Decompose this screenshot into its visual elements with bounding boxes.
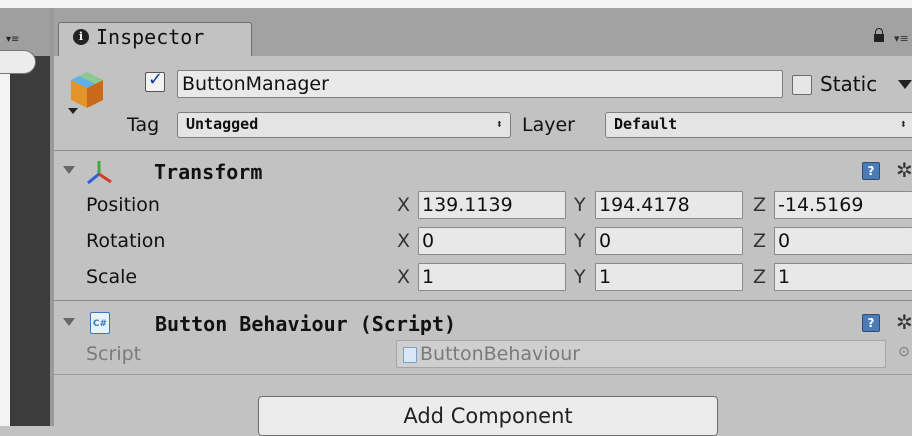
add-component-button[interactable]: Add Component	[258, 396, 718, 436]
position-x-field[interactable]: 139.1139	[418, 191, 566, 219]
script-label: Script	[86, 343, 142, 365]
rotation-x-field[interactable]: 0	[418, 227, 566, 255]
axis-x-label[interactable]: X	[397, 266, 410, 288]
lock-icon[interactable]	[874, 28, 884, 42]
checkmark-icon: ✓	[148, 69, 164, 90]
layer-label: Layer	[522, 114, 575, 136]
position-y-field[interactable]: 194.4178	[595, 191, 743, 219]
dropdown-arrow-icon: ⬍	[495, 117, 503, 131]
left-panel-strip	[0, 56, 10, 426]
object-picker-icon[interactable]: ⊙	[898, 344, 910, 360]
tag-dropdown[interactable]: Untagged ⬍	[177, 112, 511, 138]
scale-z-field[interactable]: 1	[774, 263, 912, 291]
script-file-icon	[403, 347, 417, 363]
csharp-script-icon: C#	[90, 312, 110, 334]
scale-y-field[interactable]: 1	[595, 263, 743, 291]
axis-z-label[interactable]: Z	[753, 230, 766, 252]
transform-axes-icon	[87, 161, 112, 185]
panel-menu-icon[interactable]: ▾≡	[6, 34, 19, 45]
rotation-label: Rotation	[86, 230, 166, 252]
separator	[54, 374, 912, 375]
transform-foldout-arrow[interactable]	[63, 166, 75, 174]
axis-x-label[interactable]: X	[397, 194, 410, 216]
axis-z-label[interactable]: Z	[753, 194, 766, 216]
axis-x-label[interactable]: X	[397, 230, 410, 252]
gear-icon[interactable]: ✲	[896, 160, 912, 180]
static-checkbox[interactable]	[792, 75, 812, 95]
gear-icon[interactable]: ✲	[896, 312, 912, 332]
scale-x-field[interactable]: 1	[418, 263, 566, 291]
layer-value: Default	[614, 115, 678, 133]
icon-dropdown-arrow[interactable]	[68, 108, 78, 114]
tab-inspector-label: Inspector	[96, 25, 205, 49]
active-checkbox[interactable]: ✓	[145, 69, 165, 92]
axis-y-label[interactable]: Y	[574, 230, 586, 252]
info-icon: i	[73, 29, 89, 45]
object-name-field[interactable]: ButtonManager	[177, 70, 783, 98]
script-value: ButtonBehaviour	[420, 343, 581, 365]
static-label: Static	[820, 72, 878, 96]
axis-z-label[interactable]: Z	[753, 266, 766, 288]
csharp-glyph: C#	[92, 319, 108, 329]
button-behaviour-title[interactable]: Button Behaviour (Script)	[155, 312, 456, 336]
help-book-icon[interactable]: ?	[862, 314, 880, 332]
rotation-y-field[interactable]: 0	[595, 227, 743, 255]
top-strip	[0, 0, 912, 8]
transform-title[interactable]: Transform	[154, 160, 262, 184]
tag-value: Untagged	[186, 115, 259, 133]
static-dropdown-arrow[interactable]	[898, 80, 912, 89]
tag-label: Tag	[127, 114, 160, 136]
gameobject-cube-icon[interactable]	[68, 70, 106, 110]
axis-y-label[interactable]: Y	[574, 266, 586, 288]
separator	[54, 150, 912, 151]
position-label: Position	[86, 194, 160, 216]
dropdown-arrow-icon: ⬍	[899, 117, 907, 131]
hierarchy-search-field[interactable]	[0, 50, 36, 74]
scale-label: Scale	[86, 266, 138, 288]
axis-y-label[interactable]: Y	[574, 194, 586, 216]
layer-dropdown[interactable]: Default ⬍	[605, 112, 912, 138]
separator	[54, 300, 912, 301]
tab-menu-icon[interactable]: ▾≡	[894, 32, 909, 45]
left-panel-header	[0, 8, 50, 56]
rotation-z-field[interactable]: 0	[774, 227, 912, 255]
position-z-field[interactable]: -14.5169	[774, 191, 912, 219]
help-book-icon[interactable]: ?	[862, 162, 880, 180]
button-behaviour-foldout-arrow[interactable]	[63, 318, 75, 326]
